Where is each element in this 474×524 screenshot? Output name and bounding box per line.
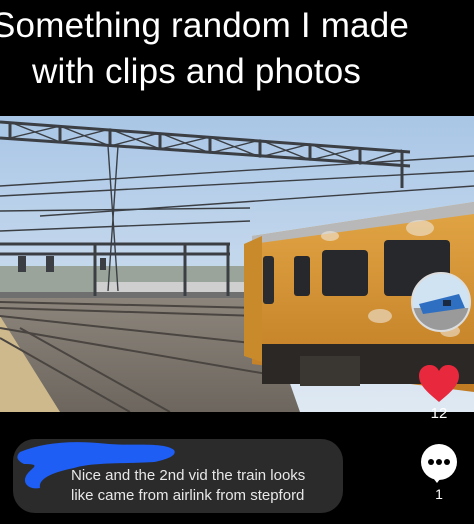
sound-thumbnail[interactable] [411,272,471,332]
post-caption: Something random I made with clips and p… [0,0,474,112]
comment-line-2: like came from airlink from stepford [71,487,305,504]
comment-count: 1 [435,486,443,502]
comment-text: Nice and the 2nd vid the train looks lik… [71,466,305,506]
like-count: 12 [430,405,448,422]
caption-line-1: Something random I made [0,6,410,45]
railway-station-photo [0,116,474,412]
dot-icon [444,459,450,465]
comment-line-1: Nice and the 2nd vid the train looks [71,467,306,484]
comment-tail [430,474,444,483]
train-thumbnail-icon [413,274,469,330]
dot-icon [436,459,442,465]
video-frame[interactable] [0,116,474,412]
caption-line-2: with clips and photos [32,52,362,91]
dot-icon [428,459,434,465]
heart-icon[interactable] [417,364,461,404]
